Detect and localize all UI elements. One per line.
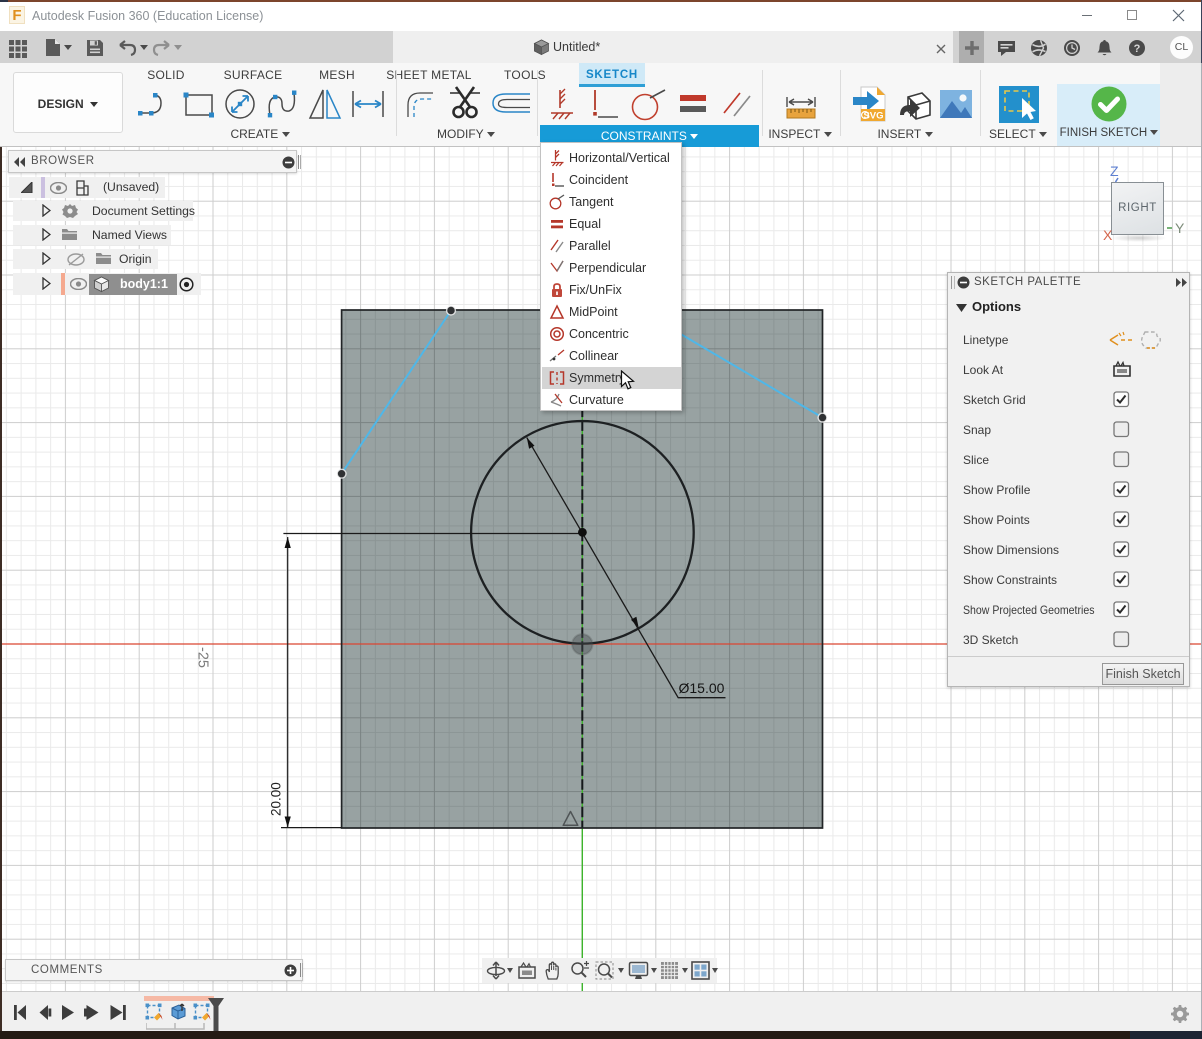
svg-text:?: ? bbox=[1134, 43, 1141, 55]
svg-text:-25: -25 bbox=[195, 647, 211, 668]
svg-text:20.00: 20.00 bbox=[269, 782, 284, 816]
svg-text:Ø15.00: Ø15.00 bbox=[679, 680, 725, 696]
